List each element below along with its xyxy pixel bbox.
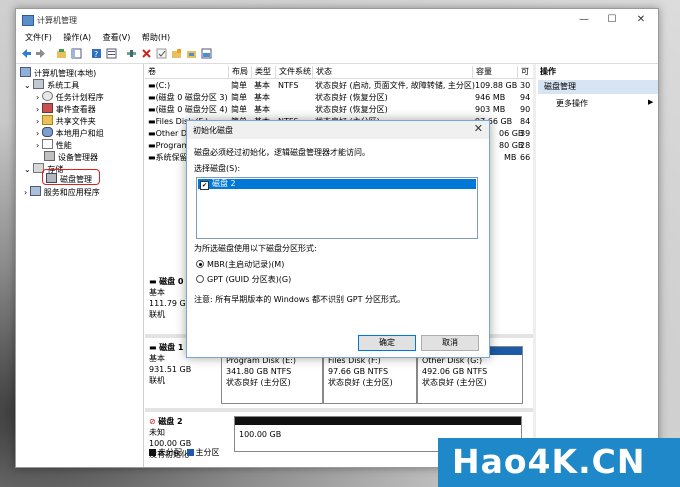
not-initialized-icon: ⊘	[149, 417, 156, 426]
menu-action[interactable]: 操作(A)	[63, 31, 91, 45]
shared-folder-icon	[41, 115, 53, 125]
title-bar: 计算机管理 — ☐ ✕	[16, 9, 658, 31]
disk-1-label[interactable]: ▬ 磁盘 1 基本 931.51 GB 联机	[149, 342, 191, 386]
new-folder-icon[interactable]	[171, 48, 182, 59]
volume-list-header: 卷 布局 类型 文件系统 状态 容量 可	[145, 66, 535, 79]
disk-view-icon[interactable]	[201, 48, 212, 59]
console-tree: 计算机管理(本地) ⌄ 系统工具 › 任务计划程序 › 事件查看器 › 共享文件…	[16, 64, 144, 467]
forward-arrow-icon[interactable]	[35, 48, 46, 59]
tree-item-device-manager[interactable]: 设备管理器	[44, 151, 98, 163]
disk-0-label[interactable]: ▬ 磁盘 0 基本 111.79 GB 联机	[149, 276, 191, 320]
close-button[interactable]: ✕	[628, 12, 654, 28]
col-status[interactable]: 状态	[312, 66, 332, 78]
back-arrow-icon[interactable]	[21, 48, 32, 59]
table-row[interactable]: ▬ (磁盘 0 磁盘分区 3) 简单 基本 状态良好 (恢复分区) 946 MB…	[145, 92, 535, 104]
partition-style-label: 为所选磁盘使用以下磁盘分区形式:	[194, 244, 317, 253]
primary-partition-swatch	[186, 449, 194, 456]
tools-icon	[33, 79, 45, 89]
open-folder-icon[interactable]	[186, 48, 197, 59]
actions-section-disk-management[interactable]: 磁盘管理	[538, 80, 658, 94]
menu-view[interactable]: 查看(V)	[103, 31, 131, 45]
unallocated-swatch	[149, 449, 156, 456]
computer-icon	[20, 67, 31, 77]
dialog-body: 磁盘必须经过初始化，逻辑磁盘管理器才能访问。 选择磁盘(S): ✔ 磁盘 2 为所…	[187, 139, 489, 357]
list-item[interactable]: ✔ 磁盘 2	[198, 179, 476, 190]
check-icon[interactable]	[156, 48, 167, 59]
window-title: 计算机管理	[37, 16, 77, 25]
initialize-disk-dialog: 初始化磁盘 ✕ 磁盘必须经过初始化，逻辑磁盘管理器才能访问。 选择磁盘(S): …	[186, 120, 490, 358]
chevron-right-icon: ▶	[648, 98, 654, 106]
mbr-radio[interactable]: MBR(主启动记录)(M)	[196, 259, 284, 270]
services-icon	[29, 186, 41, 196]
col-capacity[interactable]: 容量	[472, 66, 492, 78]
disk-listbox[interactable]: ✔ 磁盘 2	[196, 177, 478, 239]
table-row[interactable]: ▬ (磁盘 0 磁盘分区 4) 简单 基本 状态良好 (恢复分区) 903 MB…	[145, 104, 535, 116]
disk-separator	[145, 408, 533, 412]
tree-item-task-scheduler[interactable]: › 任务计划程序	[36, 91, 104, 103]
maximize-button[interactable]: ☐	[599, 12, 625, 28]
disk-2-checkbox[interactable]: ✔	[200, 181, 209, 190]
watermark-logo: Hao4K.CN	[438, 438, 680, 487]
dialog-close-button[interactable]: ✕	[474, 122, 483, 135]
col-free[interactable]: 可	[517, 66, 529, 78]
actions-pane: 操作 磁盘管理 更多操作 ▶	[536, 64, 658, 467]
tree-item-local-users[interactable]: › 本地用户和组	[36, 127, 104, 139]
device-manager-icon	[44, 151, 55, 161]
clock-icon	[41, 91, 53, 101]
computer-management-icon	[22, 15, 34, 26]
menu-help[interactable]: 帮助(H)	[142, 31, 170, 45]
menu-file[interactable]: 文件(F)	[25, 31, 52, 45]
toolbar: ?	[16, 45, 658, 64]
up-folder-icon[interactable]	[56, 48, 67, 59]
legend: 未分配 主分区	[147, 447, 220, 458]
tree-system-tools[interactable]: ⌄ 系统工具	[24, 79, 79, 91]
delete-icon[interactable]	[141, 48, 152, 59]
actions-header: 操作	[540, 67, 556, 76]
ok-button[interactable]: 确定	[358, 335, 416, 351]
table-row[interactable]: ▬ (C:) 简单 基本 NTFS 状态良好 (启动, 页面文件, 故障转储, …	[145, 80, 535, 92]
col-filesystem[interactable]: 文件系统	[275, 66, 311, 78]
minimize-button[interactable]: —	[571, 12, 597, 28]
cancel-button[interactable]: 取消	[421, 335, 479, 351]
dialog-title: 初始化磁盘	[193, 126, 233, 135]
properties-icon[interactable]	[106, 48, 117, 59]
tree-item-event-viewer[interactable]: › 事件查看器	[36, 103, 96, 115]
tree-item-shared-folders[interactable]: › 共享文件夹	[36, 115, 96, 127]
tree-item-performance[interactable]: › 性能	[36, 139, 72, 151]
connect-icon[interactable]	[126, 48, 137, 59]
help-icon[interactable]: ?	[91, 48, 102, 59]
col-type[interactable]: 类型	[251, 66, 271, 78]
gpt-note: 注意: 所有早期版本的 Windows 都不识别 GPT 分区形式。	[194, 295, 406, 304]
menu-bar: 文件(F) 操作(A) 查看(V) 帮助(H)	[16, 31, 658, 45]
more-actions-link[interactable]: 更多操作	[556, 98, 588, 110]
col-volume[interactable]: 卷	[145, 66, 156, 78]
select-disk-label: 选择磁盘(S):	[194, 164, 241, 173]
tree-services[interactable]: › 服务和应用程序	[24, 186, 100, 198]
col-layout[interactable]: 布局	[228, 66, 248, 78]
highlight-annotation	[42, 169, 100, 185]
performance-icon	[41, 139, 53, 149]
dialog-message: 磁盘必须经过初始化，逻辑磁盘管理器才能访问。	[194, 148, 370, 157]
tree-root[interactable]: 计算机管理(本地)	[20, 67, 96, 79]
users-icon	[41, 127, 53, 137]
svg-text:?: ?	[94, 50, 98, 59]
console-tree-icon[interactable]	[71, 48, 82, 59]
event-log-icon	[41, 103, 53, 113]
gpt-radio[interactable]: GPT (GUID 分区表)(G)	[196, 274, 291, 285]
